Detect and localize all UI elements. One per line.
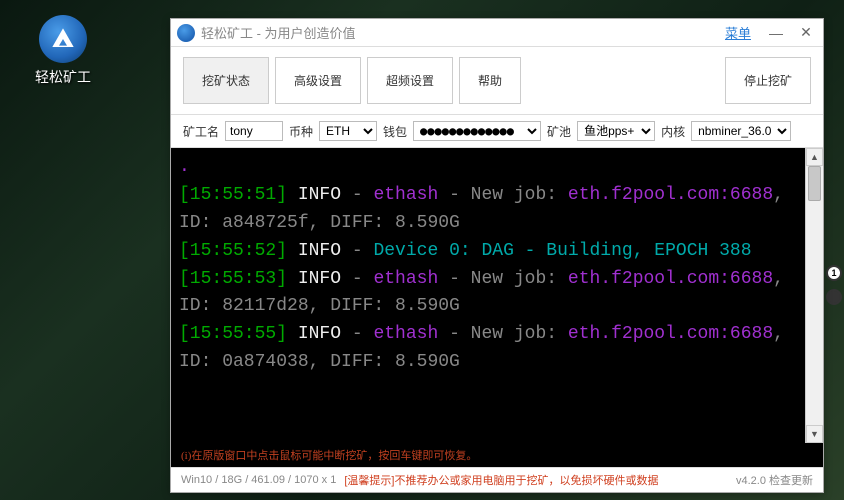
config-row: 矿工名 币种 ETH 钱包 ●●●●●●●●●●●●● 矿池 鱼池pps+ 内核… [171,115,823,148]
indicator-2 [826,289,842,305]
scroll-thumb[interactable] [808,166,821,201]
minimize-button[interactable]: — [765,24,787,42]
terminal-output: .[15:55:51] INFO - ethash - New job: eth… [171,148,805,443]
pool-select[interactable]: 鱼池pps+ [577,121,655,141]
close-button[interactable]: ✕ [795,24,817,42]
pool-label: 矿池 [547,123,571,140]
status-tip: [温馨提示]不推荐办公或家用电脑用于挖矿，以免损坏硬件或数据 [344,472,658,488]
coin-label: 币种 [289,123,313,140]
scroll-track[interactable] [806,166,823,425]
app-icon [39,15,87,63]
status-system: Win10 / 18G / 461.09 / 1070 x 1 [181,474,336,486]
tab-advanced[interactable]: 高级设置 [275,57,361,104]
terminal-line: [15:55:55] INFO - ethash - New job: eth.… [179,321,797,377]
side-indicators: 1 [826,265,842,305]
indicator-1: 1 [826,265,842,281]
coin-select[interactable]: ETH [319,121,377,141]
terminal-container: .[15:55:51] INFO - ethash - New job: eth… [171,148,823,443]
menu-link[interactable]: 菜单 [725,23,751,42]
terminal-line: [15:55:51] INFO - ethash - New job: eth.… [179,182,797,238]
terminal-warning: (i)在原版窗口中点击鼠标可能中断挖矿，按回车键即可恢复。 [171,443,823,467]
kernel-label: 内核 [661,123,685,140]
statusbar: Win10 / 18G / 461.09 / 1070 x 1 [温馨提示]不推… [171,467,823,492]
scrollbar[interactable]: ▲ ▼ [805,148,823,443]
scroll-up-button[interactable]: ▲ [806,148,823,166]
wallet-select[interactable]: ●●●●●●●●●●●●● [413,121,541,141]
wallet-label: 钱包 [383,123,407,140]
terminal-line: [15:55:53] INFO - ethash - New job: eth.… [179,266,797,322]
titlebar-app-icon [177,24,195,42]
tab-help[interactable]: 帮助 [459,57,521,104]
miner-label: 矿工名 [183,123,219,140]
titlebar: 轻松矿工 - 为用户创造价值 菜单 — ✕ [171,19,823,47]
kernel-select[interactable]: nbminer_36.0 [691,121,791,141]
stop-mining-button[interactable]: 停止挖矿 [725,57,811,104]
terminal-line: [15:55:52] INFO - Device 0: DAG - Buildi… [179,238,797,266]
scroll-down-button[interactable]: ▼ [806,425,823,443]
miner-input[interactable] [225,121,283,141]
desktop-shortcut-label: 轻松矿工 [18,67,108,87]
main-window: 轻松矿工 - 为用户创造价值 菜单 — ✕ 挖矿状态 高级设置 超频设置 帮助 … [170,18,824,493]
window-title: 轻松矿工 - 为用户创造价值 [201,23,725,42]
toolbar: 挖矿状态 高级设置 超频设置 帮助 停止挖矿 [171,47,823,115]
desktop-shortcut[interactable]: 轻松矿工 [18,15,108,87]
status-version[interactable]: v4.2.0 检查更新 [736,472,813,488]
tab-mining-status[interactable]: 挖矿状态 [183,57,269,104]
tab-overclock[interactable]: 超频设置 [367,57,453,104]
